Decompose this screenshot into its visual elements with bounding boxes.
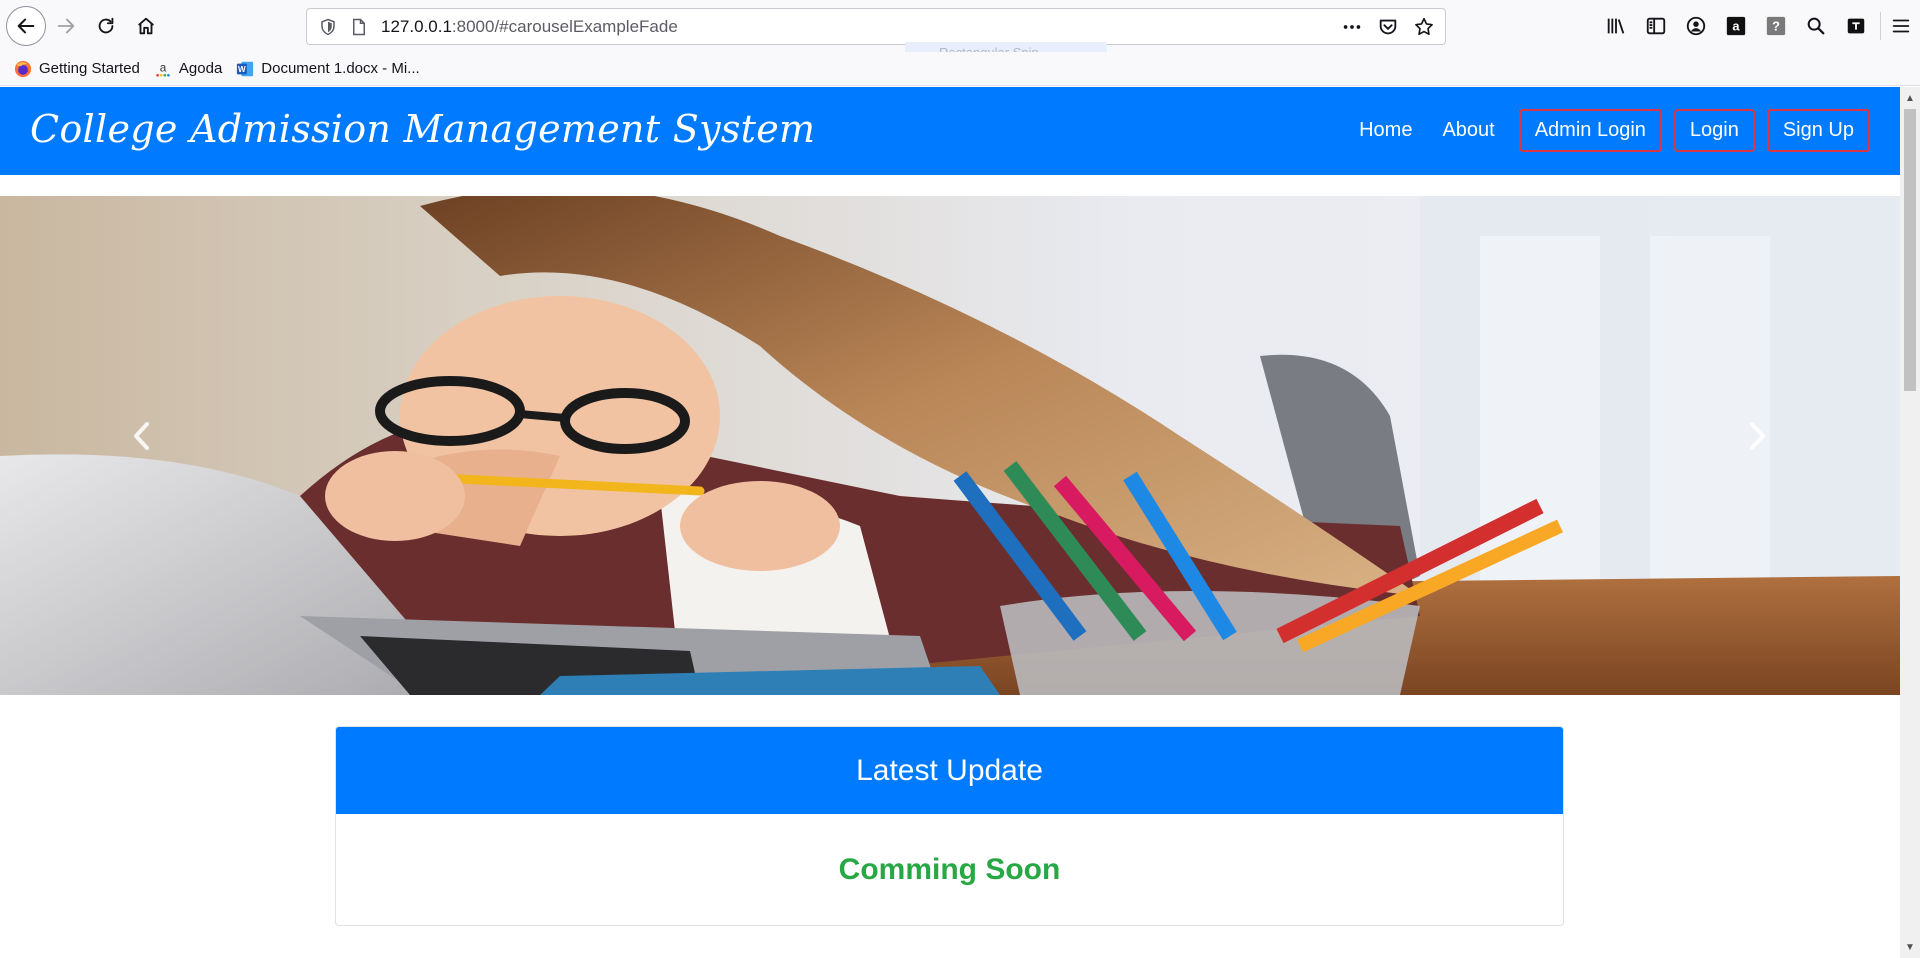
account-icon — [1686, 16, 1706, 36]
dark-extension[interactable] — [1836, 12, 1876, 40]
site-brand[interactable]: College Admission Management System — [30, 107, 815, 151]
site-navbar: College Admission Management System Home… — [0, 87, 1900, 175]
url-text[interactable]: 127.0.0.1:8000/#carouselExampleFade — [381, 17, 678, 37]
library-icon — [1607, 18, 1625, 34]
forward-button[interactable] — [48, 8, 84, 44]
scroll-up-arrow[interactable]: ▲ — [1900, 89, 1920, 107]
page-actions-icon[interactable] — [1341, 16, 1363, 38]
svg-text:a: a — [1732, 19, 1740, 34]
bookmark-document[interactable]: W Document 1.docx - Mi... — [236, 60, 420, 78]
bookmark-agoda[interactable]: a Agoda — [154, 60, 222, 78]
page-viewport: College Admission Management System Home… — [0, 87, 1900, 958]
admin-login-button[interactable]: Admin Login — [1518, 109, 1662, 152]
amazon-icon: a — [1726, 16, 1746, 36]
chevron-right-icon — [1750, 422, 1765, 450]
page-info-icon[interactable] — [351, 18, 367, 36]
hero-carousel — [0, 196, 1900, 695]
agoda-icon: a — [154, 60, 172, 78]
carousel-prev-button[interactable] — [112, 406, 172, 466]
firefox-icon — [14, 60, 32, 78]
account-button[interactable] — [1676, 12, 1716, 40]
url-path: :8000/#carouselExampleFade — [451, 17, 678, 36]
card-header-title: Latest Update — [336, 727, 1563, 814]
chevron-left-icon — [134, 422, 149, 450]
reload-button[interactable] — [88, 8, 124, 44]
sidebar-button[interactable] — [1636, 12, 1676, 40]
browser-toolbar: 127.0.0.1:8000/#carouselExampleFade Rect… — [0, 0, 1920, 64]
bookmark-label: Getting Started — [39, 60, 140, 77]
svg-text:W: W — [238, 65, 246, 74]
pocket-icon[interactable] — [1377, 16, 1399, 38]
nav-about-link[interactable]: About — [1430, 111, 1506, 150]
word-icon: W — [236, 60, 254, 78]
svg-text:?: ? — [1772, 19, 1780, 34]
carousel-slide-image — [0, 196, 1900, 695]
url-bar[interactable]: 127.0.0.1:8000/#carouselExampleFade — [306, 8, 1446, 45]
card-body-text: Comming Soon — [838, 853, 1061, 886]
back-button[interactable] — [6, 6, 46, 46]
carousel-next-button[interactable] — [1727, 406, 1787, 466]
bookmark-label: Document 1.docx - Mi... — [261, 60, 420, 77]
home-icon — [138, 17, 154, 35]
library-button[interactable] — [1596, 12, 1636, 40]
bookmark-star-icon[interactable] — [1413, 16, 1435, 38]
login-button[interactable]: Login — [1673, 109, 1755, 152]
search-extension[interactable] — [1796, 12, 1836, 40]
home-button[interactable] — [128, 8, 164, 44]
arrow-right-icon — [57, 18, 75, 34]
help-extension[interactable]: ? — [1756, 12, 1796, 40]
bookmark-label: Agoda — [178, 60, 223, 77]
page-scrollbar[interactable]: ▲ ▼ — [1900, 87, 1920, 958]
extension-icon — [1847, 18, 1865, 34]
scrollbar-thumb[interactable] — [1904, 109, 1916, 391]
tracking-shield-icon[interactable] — [319, 18, 337, 36]
sidebar-icon — [1646, 17, 1666, 35]
signup-button[interactable]: Sign Up — [1766, 109, 1870, 152]
search-icon — [1807, 17, 1825, 35]
bookmarks-toolbar: Getting Started a Agoda W Document 1.doc… — [0, 52, 1920, 86]
menu-button[interactable] — [1880, 12, 1920, 40]
scroll-down-arrow[interactable]: ▼ — [1900, 938, 1920, 956]
nav-links: Home About Admin Login Login Sign Up — [1347, 109, 1870, 152]
bookmark-getting-started[interactable]: Getting Started — [14, 60, 140, 78]
question-icon: ? — [1766, 16, 1786, 36]
arrow-left-icon — [17, 18, 35, 34]
latest-update-card: Latest Update Comming Soon — [335, 726, 1564, 926]
url-host: 127.0.0.1 — [381, 17, 452, 36]
hamburger-menu-icon — [1892, 19, 1909, 33]
nav-home-link[interactable]: Home — [1347, 111, 1424, 150]
svg-text:a: a — [160, 61, 167, 74]
amazon-extension[interactable]: a — [1716, 12, 1756, 40]
reload-icon — [98, 17, 114, 34]
